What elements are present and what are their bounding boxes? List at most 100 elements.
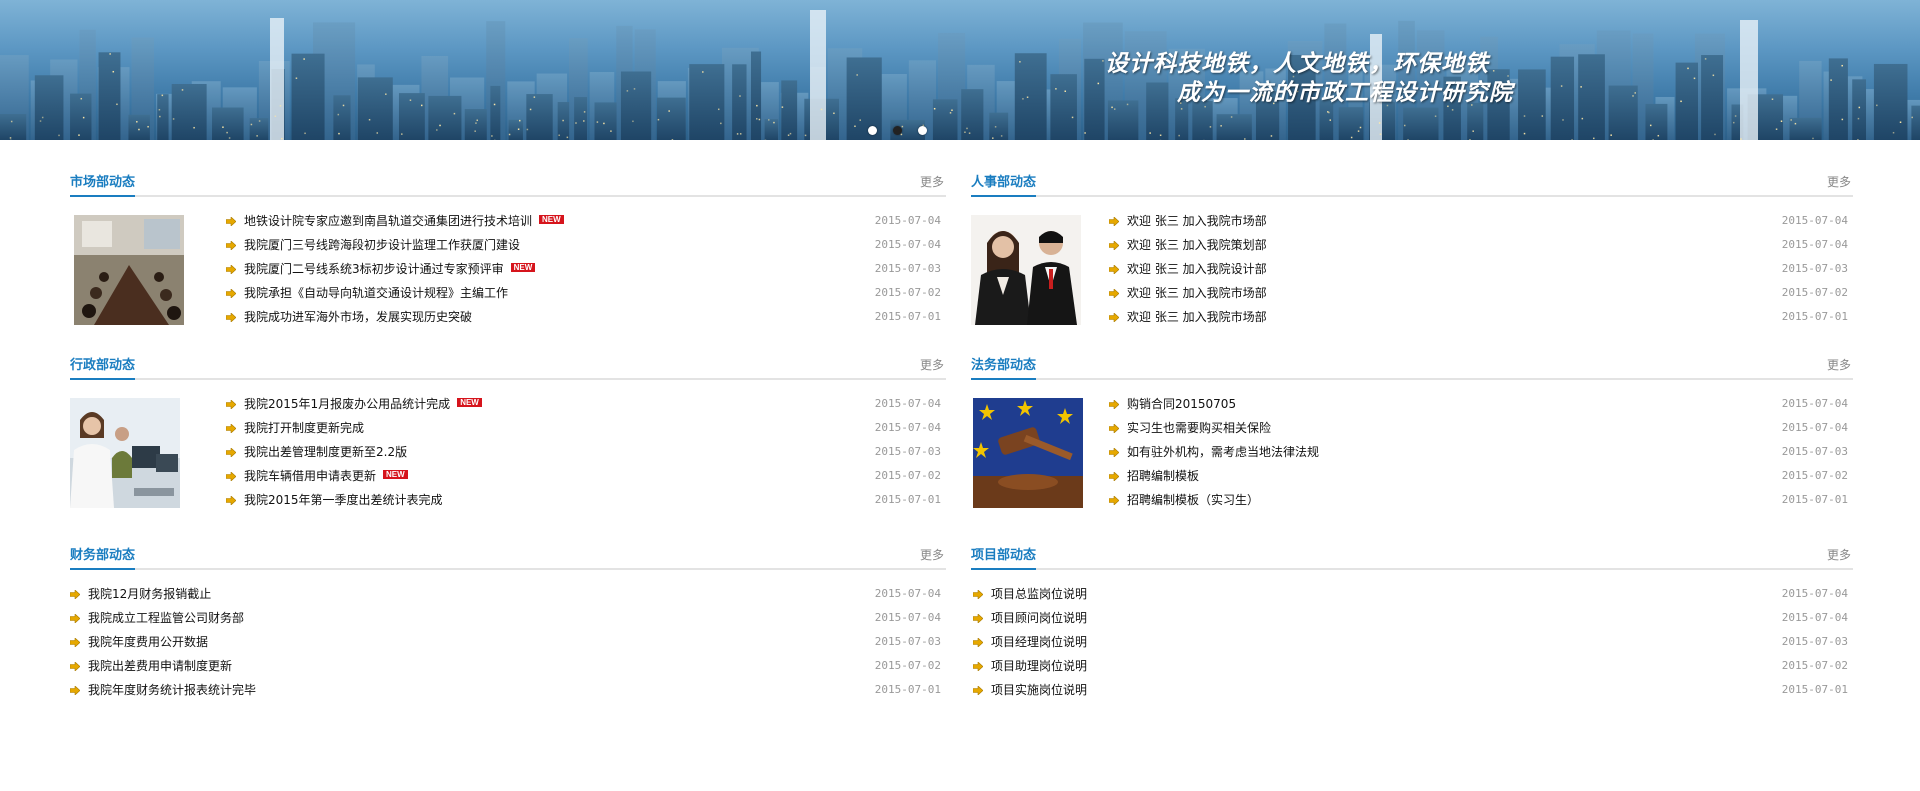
news-title[interactable]: 我院成功进军海外市场，发展实现历史突破 xyxy=(244,305,472,329)
news-item[interactable]: 地铁设计院专家应邀到南昌轨道交通集团进行技术培训 NEW 2015-07-04 xyxy=(226,209,946,233)
arrow-bullet-icon xyxy=(226,424,236,433)
news-title[interactable]: 购销合同20150705 xyxy=(1127,392,1236,416)
more-link[interactable]: 更多 xyxy=(1827,354,1851,376)
news-date: 2015-07-04 xyxy=(1781,397,1848,410)
news-title[interactable]: 我院年度费用公开数据 xyxy=(88,630,208,654)
news-title[interactable]: 我院车辆借用申请表更新 NEW xyxy=(244,464,408,488)
news-item[interactable]: 我院厦门三号线跨海段初步设计监理工作获厦门建设 2015-07-04 xyxy=(226,233,946,257)
section-title[interactable]: 人事部动态 xyxy=(971,172,1037,197)
news-title[interactable]: 我院厦门三号线跨海段初步设计监理工作获厦门建设 xyxy=(244,233,520,257)
news-item[interactable]: 我院厦门二号线系统3标初步设计通过专家预评审 NEW 2015-07-03 xyxy=(226,257,946,281)
news-title[interactable]: 欢迎 张三 加入我院市场部 xyxy=(1127,305,1267,329)
arrow-bullet-icon xyxy=(973,614,983,623)
news-title[interactable]: 我院出差管理制度更新至2.2版 xyxy=(244,440,407,464)
news-item[interactable]: 我院成功进军海外市场，发展实现历史突破 2015-07-01 xyxy=(226,305,946,329)
news-item[interactable]: 我院成立工程监管公司财务部 2015-07-04 xyxy=(70,606,946,630)
carousel-dot-1[interactable] xyxy=(868,126,877,135)
news-title[interactable]: 我院出差费用申请制度更新 xyxy=(88,654,232,678)
arrow-bullet-icon xyxy=(70,638,80,647)
news-title[interactable]: 欢迎 张三 加入我院策划部 xyxy=(1127,233,1267,257)
more-link[interactable]: 更多 xyxy=(1827,544,1851,566)
judge-gavel-photo[interactable] xyxy=(973,398,1083,508)
news-item[interactable]: 欢迎 张三 加入我院市场部 2015-07-02 xyxy=(1109,281,1853,305)
business-people-photo[interactable] xyxy=(971,215,1081,325)
news-title[interactable]: 招聘编制模板（实习生） xyxy=(1127,488,1259,512)
more-link[interactable]: 更多 xyxy=(1827,171,1851,193)
news-title[interactable]: 招聘编制模板 xyxy=(1127,464,1199,488)
news-date: 2015-07-04 xyxy=(874,214,941,227)
section-title[interactable]: 财务部动态 xyxy=(70,545,136,570)
more-link[interactable]: 更多 xyxy=(920,171,944,193)
news-title[interactable]: 我院承担《自动导向轨道交通设计规程》主编工作 xyxy=(244,281,508,305)
office-workers-photo[interactable] xyxy=(70,398,180,508)
arrow-bullet-icon xyxy=(226,400,236,409)
arrow-bullet-icon xyxy=(1109,424,1119,433)
news-title[interactable]: 项目顾问岗位说明 xyxy=(991,606,1087,630)
arrow-bullet-icon xyxy=(1109,496,1119,505)
arrow-bullet-icon xyxy=(226,313,236,322)
meeting-room-photo[interactable] xyxy=(74,215,184,325)
news-title[interactable]: 如有驻外机构，需考虑当地法律法规 xyxy=(1127,440,1319,464)
news-item[interactable]: 如有驻外机构，需考虑当地法律法规 2015-07-03 xyxy=(1109,440,1853,464)
carousel-dot-2[interactable] xyxy=(893,126,902,135)
arrow-bullet-icon xyxy=(226,265,236,274)
news-item[interactable]: 我院12月财务报销截止 2015-07-04 xyxy=(70,582,946,606)
news-title[interactable]: 我院厦门二号线系统3标初步设计通过专家预评审 NEW xyxy=(244,257,536,281)
arrow-bullet-icon xyxy=(973,662,983,671)
news-item[interactable]: 我院2015年1月报废办公用品统计完成 NEW 2015-07-04 xyxy=(226,392,946,416)
news-item[interactable]: 我院年度费用公开数据 2015-07-03 xyxy=(70,630,946,654)
new-badge: NEW xyxy=(510,263,536,272)
news-item[interactable]: 欢迎 张三 加入我院设计部 2015-07-03 xyxy=(1109,257,1853,281)
arrow-bullet-icon xyxy=(973,590,983,599)
more-link[interactable]: 更多 xyxy=(920,544,944,566)
news-item[interactable]: 我院出差费用申请制度更新 2015-07-02 xyxy=(70,654,946,678)
arrow-bullet-icon xyxy=(973,686,983,695)
news-list: 地铁设计院专家应邀到南昌轨道交通集团进行技术培训 NEW 2015-07-04 我院厦… xyxy=(226,209,946,329)
news-title[interactable]: 我院2015年第一季度出差统计表完成 xyxy=(244,488,443,512)
news-item[interactable]: 我院出差管理制度更新至2.2版 2015-07-03 xyxy=(226,440,946,464)
news-item[interactable]: 招聘编制模板（实习生） 2015-07-01 xyxy=(1109,488,1853,512)
news-title[interactable]: 欢迎 张三 加入我院市场部 xyxy=(1127,281,1267,305)
new-badge: NEW xyxy=(383,470,408,479)
news-title[interactable]: 实习生也需要购买相关保险 xyxy=(1127,416,1271,440)
section-title[interactable]: 法务部动态 xyxy=(971,355,1037,380)
news-title[interactable]: 项目实施岗位说明 xyxy=(991,678,1087,702)
news-item[interactable]: 招聘编制模板 2015-07-02 xyxy=(1109,464,1853,488)
carousel-dot-3[interactable] xyxy=(918,126,927,135)
news-item[interactable]: 我院打开制度更新完成 2015-07-04 xyxy=(226,416,946,440)
news-item[interactable]: 实习生也需要购买相关保险 2015-07-04 xyxy=(1109,416,1853,440)
news-item[interactable]: 项目经理岗位说明 2015-07-03 xyxy=(973,630,1853,654)
news-item[interactable]: 我院车辆借用申请表更新 NEW 2015-07-02 xyxy=(226,464,946,488)
news-title[interactable]: 欢迎 张三 加入我院设计部 xyxy=(1127,257,1267,281)
news-item[interactable]: 项目实施岗位说明 2015-07-01 xyxy=(973,678,1853,702)
news-title[interactable]: 项目助理岗位说明 xyxy=(991,654,1087,678)
news-title[interactable]: 地铁设计院专家应邀到南昌轨道交通集团进行技术培训 NEW xyxy=(244,209,564,233)
section-title[interactable]: 项目部动态 xyxy=(971,545,1037,570)
news-title[interactable]: 我院年度财务统计报表统计完毕 xyxy=(88,678,256,702)
news-item[interactable]: 欢迎 张三 加入我院市场部 2015-07-01 xyxy=(1109,305,1853,329)
news-title[interactable]: 我院12月财务报销截止 xyxy=(88,582,211,606)
news-title[interactable]: 项目总监岗位说明 xyxy=(991,582,1087,606)
news-item[interactable]: 我院年度财务统计报表统计完毕 2015-07-01 xyxy=(70,678,946,702)
news-title[interactable]: 我院2015年1月报废办公用品统计完成 NEW xyxy=(244,392,482,416)
news-item[interactable]: 项目助理岗位说明 2015-07-02 xyxy=(973,654,1853,678)
news-item[interactable]: 欢迎 张三 加入我院市场部 2015-07-04 xyxy=(1109,209,1853,233)
hero-banner: 设计科技地铁，人文地铁，环保地铁 成为一流的市政工程设计研究院 xyxy=(0,0,1920,140)
news-item[interactable]: 项目总监岗位说明 2015-07-04 xyxy=(973,582,1853,606)
news-date: 2015-07-03 xyxy=(874,635,941,648)
section-finance: 财务部动态 更多 我院12月财务报销截止 2015-07-04 我院成立工程监管公司… xyxy=(70,544,946,704)
news-title[interactable]: 我院打开制度更新完成 xyxy=(244,416,364,440)
news-item[interactable]: 购销合同20150705 2015-07-04 xyxy=(1109,392,1853,416)
more-link[interactable]: 更多 xyxy=(920,354,944,376)
news-item[interactable]: 我院承担《自动导向轨道交通设计规程》主编工作 2015-07-02 xyxy=(226,281,946,305)
news-date: 2015-07-01 xyxy=(1781,310,1848,323)
news-item[interactable]: 项目顾问岗位说明 2015-07-04 xyxy=(973,606,1853,630)
news-title[interactable]: 欢迎 张三 加入我院市场部 xyxy=(1127,209,1267,233)
news-item[interactable]: 欢迎 张三 加入我院策划部 2015-07-04 xyxy=(1109,233,1853,257)
news-title[interactable]: 我院成立工程监管公司财务部 xyxy=(88,606,244,630)
carousel-dots xyxy=(868,126,927,135)
section-title[interactable]: 市场部动态 xyxy=(70,172,136,197)
section-title[interactable]: 行政部动态 xyxy=(70,355,136,380)
news-item[interactable]: 我院2015年第一季度出差统计表完成 2015-07-01 xyxy=(226,488,946,512)
news-title[interactable]: 项目经理岗位说明 xyxy=(991,630,1087,654)
